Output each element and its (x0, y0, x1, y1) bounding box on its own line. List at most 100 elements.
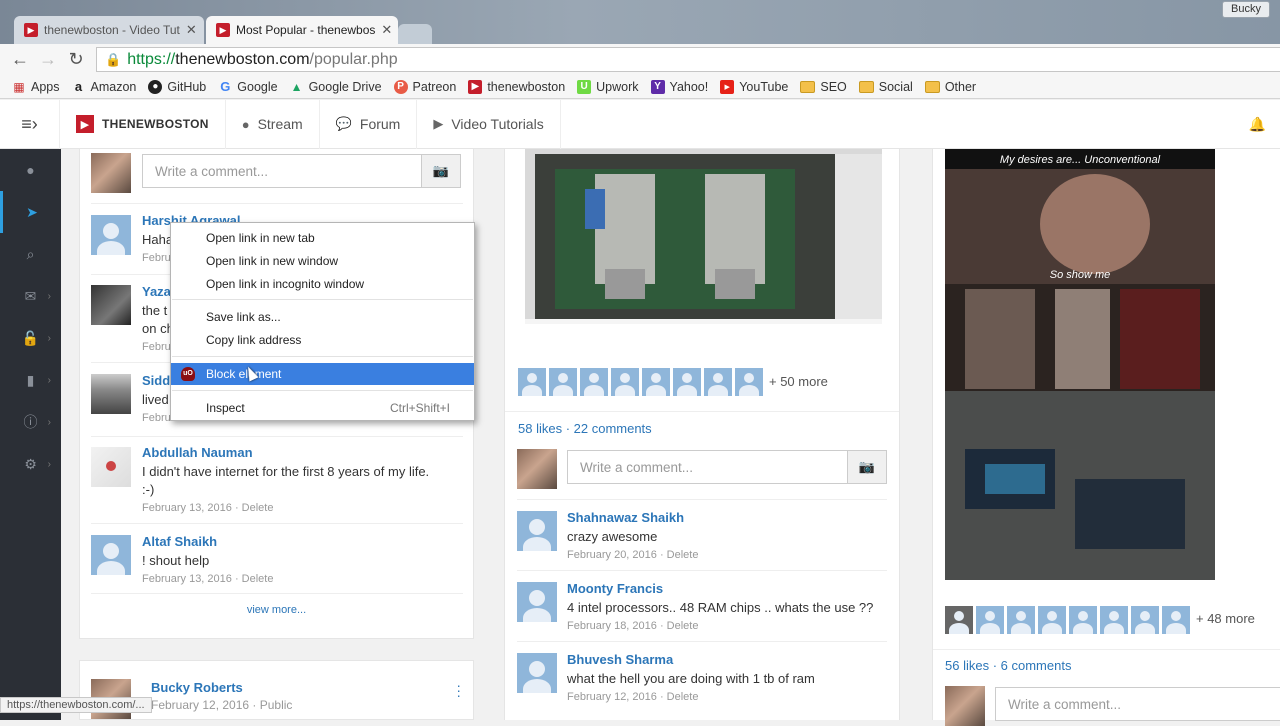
menu-inspect[interactable]: Inspect Ctrl+Shift+I (171, 397, 474, 419)
browser-tab-popular[interactable]: ▶ Most Popular - thenewbos ✕ (206, 16, 398, 44)
commenter-name[interactable]: Altaf Shaikh (142, 534, 462, 549)
bookmark-amazon[interactable]: a Amazon (72, 79, 137, 94)
likes-count[interactable]: 56 likes (945, 658, 989, 673)
view-more-link[interactable]: view more... (80, 604, 473, 616)
lock-icon: 🔒 (105, 51, 122, 67)
bookmark-yahoo[interactable]: Y Yahoo! (650, 79, 708, 94)
liker-avatar[interactable] (611, 368, 639, 396)
nav-stream[interactable]: ● Stream (226, 99, 320, 149)
bookmark-google-drive[interactable]: ▲ Google Drive (290, 80, 382, 94)
comment-input[interactable]: Write a comment... (567, 450, 848, 484)
menu-save-link-as[interactable]: Save link as... (171, 306, 474, 328)
liker-avatar[interactable] (1069, 606, 1097, 634)
notifications-bell-icon[interactable]: 🔔 (1249, 116, 1266, 133)
sidebar-search-icon[interactable]: ⌕ (0, 233, 61, 275)
menu-toggle-icon[interactable]: ≡› (0, 99, 60, 149)
sidebar-rocket-icon[interactable]: ➤ (0, 191, 61, 233)
bookmark-folder-seo[interactable]: SEO (800, 80, 847, 94)
browser-tab-tutorials[interactable]: ▶ thenewboston - Video Tut ✕ (14, 16, 204, 44)
commenter-name[interactable]: Moonty Francis (567, 581, 887, 596)
bookmark-apps[interactable]: ▦ Apps (12, 80, 59, 94)
menu-open-incognito[interactable]: Open link in incognito window (171, 273, 474, 295)
bookmark-label: Amazon (90, 79, 137, 94)
address-bar[interactable]: 🔒 https://thenewboston.com/popular.php (96, 47, 1280, 72)
bookmark-label: GitHub (167, 79, 207, 94)
comment-input[interactable]: Write a comment... (995, 687, 1280, 721)
bookmarks-bar: ▦ Apps a Amazon ● GitHub G Google ▲ Google Dr… (0, 75, 1280, 99)
liker-avatar[interactable] (1131, 606, 1159, 634)
liker-avatar[interactable] (1100, 606, 1128, 634)
liker-avatar[interactable] (1038, 606, 1066, 634)
likes-count[interactable]: 58 likes (518, 421, 562, 436)
sidebar-globe-icon[interactable]: ● (0, 149, 61, 191)
liker-avatar[interactable] (704, 368, 732, 396)
post-options-icon[interactable]: · · · (456, 678, 461, 702)
menu-open-new-window[interactable]: Open link in new window (171, 250, 474, 272)
bookmark-google[interactable]: G Google (218, 79, 277, 94)
sidebar-info-icon[interactable]: ⓘ › (0, 401, 61, 443)
menu-copy-link-address[interactable]: Copy link address (171, 329, 474, 351)
close-tab-icon[interactable]: ✕ (375, 22, 392, 38)
sidebar-settings-icon[interactable]: ⚙ › (0, 443, 61, 485)
camera-icon[interactable]: 📷 (421, 154, 461, 188)
sidebar-mail-icon[interactable]: ✉ › (0, 275, 61, 317)
folder-icon (924, 80, 940, 93)
nav-forum[interactable]: 💬 Forum (320, 99, 418, 149)
liker-avatar[interactable] (976, 606, 1004, 634)
comment-item: Bhuvesh Sharma what the hell you are doi… (567, 652, 887, 703)
reload-icon[interactable]: ↻ (62, 49, 90, 70)
comment-item: Moonty Francis 4 intel processors.. 48 R… (567, 581, 887, 632)
bookmark-thenewboston[interactable]: ▶ thenewboston (468, 79, 566, 94)
liker-avatar[interactable] (1007, 606, 1035, 634)
comment-text: :-) (142, 482, 155, 497)
sidebar-bookmark-icon[interactable]: ▮ › (0, 359, 61, 401)
nav-video-tutorials[interactable]: ▶ Video Tutorials (417, 99, 561, 149)
liker-avatar[interactable] (735, 368, 763, 396)
thenewboston-favicon-icon: ▶ (24, 23, 38, 37)
bookmark-patreon[interactable]: P Patreon (393, 79, 456, 94)
post-image-server-board[interactable] (525, 149, 882, 324)
comments-count[interactable]: 6 comments (1001, 658, 1072, 673)
new-tab-button[interactable] (398, 24, 432, 44)
more-likers[interactable]: + 50 more (769, 374, 828, 389)
menu-open-new-tab[interactable]: Open link in new tab (171, 227, 474, 249)
chevron-right-icon: › (47, 374, 51, 386)
bookmark-folder-social[interactable]: Social (858, 80, 913, 94)
commenter-name[interactable]: Abdullah Nauman (142, 445, 462, 460)
post-image-meme[interactable] (945, 149, 1215, 580)
site-brand[interactable]: ▶ THENEWBOSTON (60, 99, 226, 149)
camera-icon[interactable]: 📷 (847, 450, 887, 484)
liker-avatar[interactable] (673, 368, 701, 396)
commenter-name[interactable]: Bhuvesh Sharma (567, 652, 887, 667)
liker-avatar[interactable] (945, 606, 973, 634)
commenter-name[interactable]: Shahnawaz Shaikh (567, 510, 887, 525)
folder-icon (800, 80, 816, 93)
bookmark-label: thenewboston (487, 79, 566, 94)
profile-button[interactable]: Bucky (1222, 1, 1270, 18)
yahoo-icon: Y (650, 79, 665, 94)
ublock-shield-icon: uO (181, 367, 195, 381)
liker-avatar[interactable] (518, 368, 546, 396)
back-arrow-icon[interactable]: ← (6, 49, 34, 70)
menu-block-element[interactable]: uO Block element (171, 363, 474, 385)
comment-input[interactable]: Write a comment... (142, 154, 422, 188)
comments-count[interactable]: 22 comments (574, 421, 652, 436)
close-tab-icon[interactable]: ✕ (180, 22, 197, 38)
liker-avatar[interactable] (580, 368, 608, 396)
liker-avatar[interactable] (549, 368, 577, 396)
liker-avatar[interactable] (1162, 606, 1190, 634)
author-name[interactable]: Bucky Roberts (151, 680, 431, 695)
more-likers[interactable]: + 48 more (1196, 611, 1255, 626)
divider (91, 523, 463, 524)
forward-arrow-icon[interactable]: → (34, 49, 62, 70)
liker-avatar[interactable] (642, 368, 670, 396)
bookmark-github[interactable]: ● GitHub (148, 79, 207, 94)
bookmark-upwork[interactable]: U Upwork (577, 79, 639, 94)
sidebar-lock-icon[interactable]: 🔓 › (0, 317, 61, 359)
comment-date: February 18, 2016 · Delete (567, 620, 699, 632)
menu-shortcut: Ctrl+Shift+I (389, 401, 450, 415)
url-scheme: https:// (127, 50, 176, 68)
bookmark-youtube[interactable]: ▶ YouTube (720, 79, 788, 94)
bookmark-folder-other[interactable]: Other (924, 80, 976, 94)
nav-label: Forum (359, 116, 401, 132)
